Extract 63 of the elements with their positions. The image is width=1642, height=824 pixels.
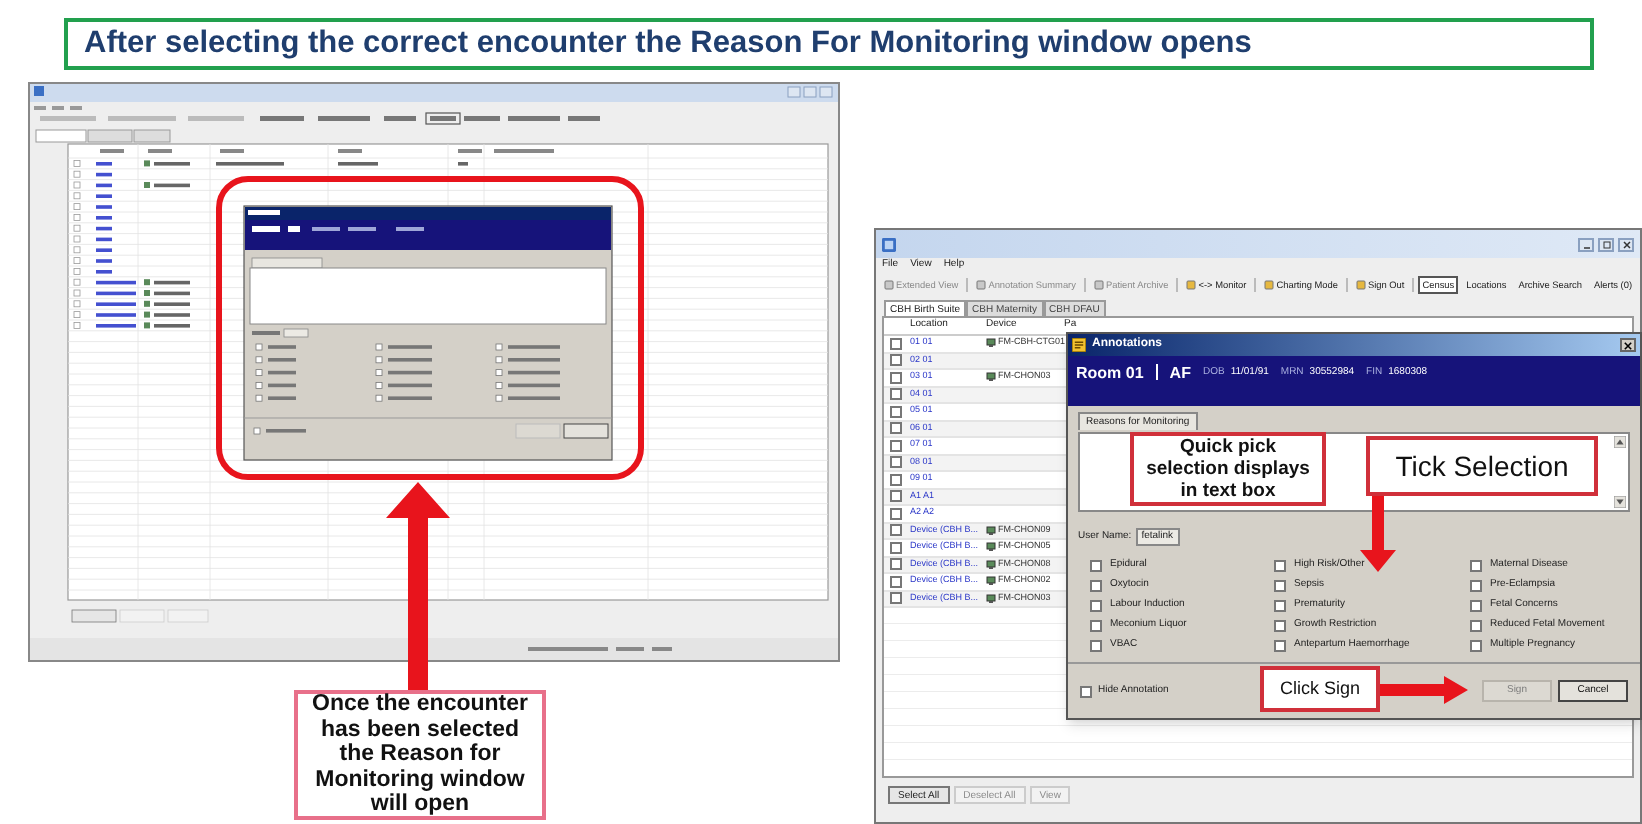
toolbar-icon: [884, 279, 894, 290]
monitor-icon: [986, 559, 996, 570]
row-checkbox[interactable]: [890, 337, 902, 350]
row-checkbox[interactable]: [890, 456, 902, 469]
up-arrow-icon: [1614, 436, 1626, 448]
minimize-button[interactable]: [1578, 237, 1594, 251]
down-arrow-icon: [1614, 496, 1626, 508]
app-icon: [882, 237, 896, 251]
toolbar-icon: [1186, 279, 1197, 290]
checkbox[interactable]: [1090, 600, 1102, 612]
monitor-icon: [986, 542, 996, 553]
row-checkbox[interactable]: [890, 422, 902, 435]
room-label: Room 01: [1076, 364, 1144, 382]
close-button[interactable]: [1620, 338, 1636, 352]
checkbox[interactable]: [1470, 560, 1482, 572]
monitor-icon: [986, 593, 996, 604]
row-checkbox[interactable]: [890, 558, 902, 571]
checkbox[interactable]: [1274, 560, 1286, 572]
monitor-icon: [986, 576, 996, 587]
row-checkbox[interactable]: [890, 575, 902, 588]
checkbox[interactable]: [1274, 640, 1286, 652]
maximize-icon: [1601, 239, 1611, 249]
monitor-icon: [986, 525, 996, 536]
callout-tooltip: Quick pick selection displays in text box: [1130, 432, 1326, 506]
row-checkbox[interactable]: [890, 507, 902, 520]
callout-tooltip: Tick Selection: [1366, 436, 1598, 496]
checkbox[interactable]: [1090, 580, 1102, 592]
checkbox[interactable]: [1470, 580, 1482, 592]
right-arrow: [1380, 676, 1468, 704]
row-checkbox[interactable]: [890, 354, 902, 367]
row-checkbox[interactable]: [890, 524, 902, 537]
toolbar-icon: [1093, 279, 1104, 290]
slide-title: After selecting the correct encounter the Reason For Monitoring window opens: [84, 24, 1252, 65]
row-checkbox[interactable]: [890, 371, 902, 384]
checkbox[interactable]: [1090, 640, 1102, 652]
monitor-icon: [986, 338, 996, 349]
row-checkbox[interactable]: [890, 592, 902, 605]
toolbar-icon: [1355, 279, 1366, 290]
checkbox[interactable]: [1470, 620, 1482, 632]
monitor-icon: [986, 372, 996, 383]
note-icon: [1072, 338, 1086, 352]
checkbox[interactable]: [1080, 685, 1092, 697]
checkbox[interactable]: [1470, 640, 1482, 652]
checkbox[interactable]: [1090, 620, 1102, 632]
checkbox[interactable]: [1470, 600, 1482, 612]
checkbox[interactable]: [1274, 600, 1286, 612]
row-checkbox[interactable]: [890, 541, 902, 554]
patient-initials: AF: [1169, 364, 1191, 382]
callout-tooltip: Click Sign: [1260, 666, 1380, 712]
callout-tooltip: Once the encounter has been selected the Reason for Monitoring window will open: [294, 690, 546, 820]
checkbox[interactable]: [1274, 580, 1286, 592]
toolbar-icon: [1264, 279, 1275, 290]
row-checkbox[interactable]: [890, 405, 902, 418]
checkbox[interactable]: [1274, 620, 1286, 632]
close-button[interactable]: [1618, 237, 1634, 251]
row-checkbox[interactable]: [890, 473, 902, 486]
toolbar-icon: [976, 279, 987, 290]
row-checkbox[interactable]: [890, 388, 902, 401]
close-icon: [1621, 239, 1631, 249]
row-checkbox[interactable]: [890, 490, 902, 503]
checkbox[interactable]: [1090, 560, 1102, 572]
row-checkbox[interactable]: [890, 439, 902, 452]
close-icon: [1624, 341, 1632, 349]
